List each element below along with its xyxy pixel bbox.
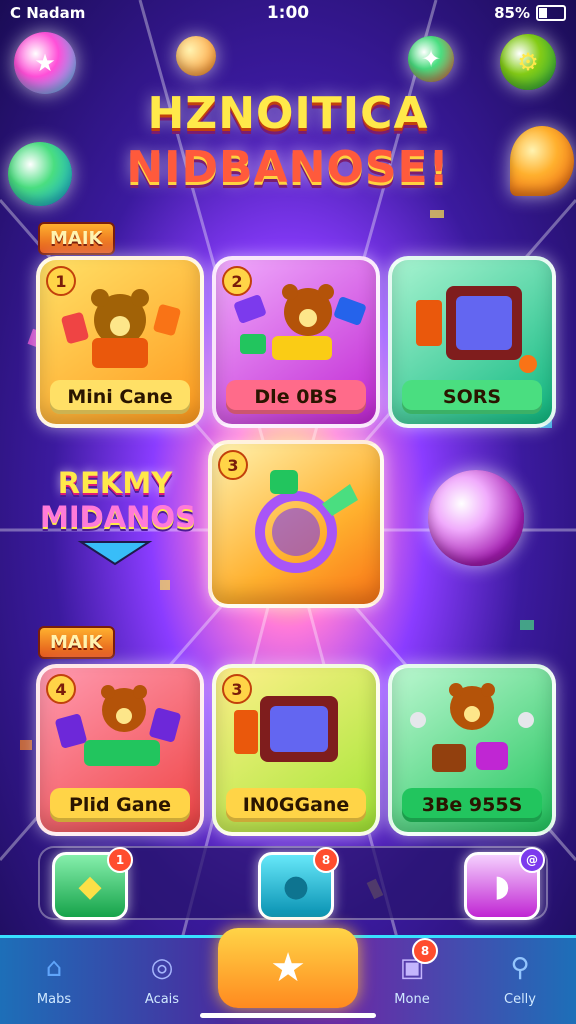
- quick-action-tray: ◆ 1 ● 8 ◗ @: [38, 846, 548, 920]
- star-orb-button[interactable]: ★: [14, 32, 76, 94]
- card-number: 1: [46, 266, 76, 296]
- game-card-1[interactable]: 1 Mini Cane: [36, 256, 204, 428]
- nav-item-home[interactable]: ⌂ Mabs: [14, 948, 94, 1007]
- card-label: Dle 0BS: [226, 380, 366, 414]
- card-number: 2: [222, 266, 252, 296]
- chest-icon: ▣ 8: [392, 938, 438, 988]
- promo-banner[interactable]: REKMY MIDANOS: [40, 466, 196, 566]
- section-tag-bottom: MAIK: [38, 626, 115, 659]
- section-tag-top: MAIK: [38, 222, 115, 255]
- card-label: Mini Cane: [50, 380, 190, 414]
- settings-orb-button[interactable]: ⚙: [500, 34, 556, 90]
- search-icon: ⚲: [510, 953, 530, 983]
- card-number: 4: [46, 674, 76, 704]
- bottom-nav-bar: ⌂ Mabs ◎ Acais ★ ▣ 8 Mone ⚲ Celly: [0, 928, 576, 1024]
- nav-item-featured[interactable]: ★: [218, 928, 358, 1008]
- nav-label: Celly: [504, 992, 536, 1007]
- home-icon: ⌂: [45, 953, 63, 983]
- purple-bubble-icon: [428, 470, 524, 566]
- game-card-6[interactable]: 3Be 955S: [388, 664, 556, 836]
- status-indicators: 85%: [494, 4, 566, 22]
- battery-percent: 85%: [494, 4, 530, 22]
- nav-item-shop[interactable]: ▣ 8 Mone: [372, 938, 452, 1007]
- notification-badge: @: [519, 847, 545, 873]
- card-number: 3: [222, 674, 252, 704]
- promo-line2: MIDANOS: [40, 500, 196, 534]
- battery-icon: [536, 5, 566, 21]
- nav-item-search[interactable]: ⚲ Celly: [480, 948, 560, 1007]
- game-card-4[interactable]: 4 Plid Gane: [36, 664, 204, 836]
- card-label: Plid Gane: [50, 788, 190, 822]
- featured-game-card[interactable]: 3: [208, 440, 384, 608]
- nav-label: Mone: [394, 992, 430, 1007]
- coin-orb-icon: [176, 36, 216, 76]
- game-card-3[interactable]: SORS: [388, 256, 556, 428]
- game-card-5[interactable]: 3 IN0GGane: [212, 664, 380, 836]
- notification-badge: 8: [313, 847, 339, 873]
- puzzle-orb-button[interactable]: ✦: [408, 36, 454, 82]
- notification-badge: 1: [107, 847, 133, 873]
- card-label: SORS: [402, 380, 542, 414]
- nav-item-games[interactable]: ◎ Acais: [122, 948, 202, 1007]
- status-bar: C Nadam 1:00 85%: [0, 0, 576, 28]
- tray-button-games[interactable]: ● 8: [258, 847, 339, 920]
- home-indicator[interactable]: [200, 1013, 376, 1018]
- game-card-2[interactable]: 2 Dle 0BS: [212, 256, 380, 428]
- star-icon: ★: [270, 945, 306, 991]
- clock: 1:00: [266, 3, 310, 23]
- card-label: IN0GGane: [226, 788, 366, 822]
- game-controller-icon: ●: [282, 868, 310, 904]
- controller-icon: ◎: [150, 953, 174, 983]
- tray-button-messages[interactable]: ◗ @: [464, 847, 545, 920]
- nav-label: Acais: [144, 992, 180, 1007]
- ghost-chat-icon: ◗: [494, 868, 510, 904]
- promo-arrow-icon: [77, 541, 153, 566]
- card-label: 3Be 955S: [402, 788, 542, 822]
- game-title-line2: NIDBANOSE!: [126, 142, 450, 193]
- promo-line1: REKMY: [57, 466, 173, 500]
- chat-bubble-icon: ◆: [78, 868, 102, 904]
- notification-badge: 8: [412, 938, 438, 964]
- tray-button-chat[interactable]: ◆ 1: [52, 847, 133, 920]
- game-title-line1: HZNOITICA: [147, 88, 429, 139]
- card-number: 3: [218, 450, 248, 480]
- nav-label: Mabs: [36, 992, 72, 1007]
